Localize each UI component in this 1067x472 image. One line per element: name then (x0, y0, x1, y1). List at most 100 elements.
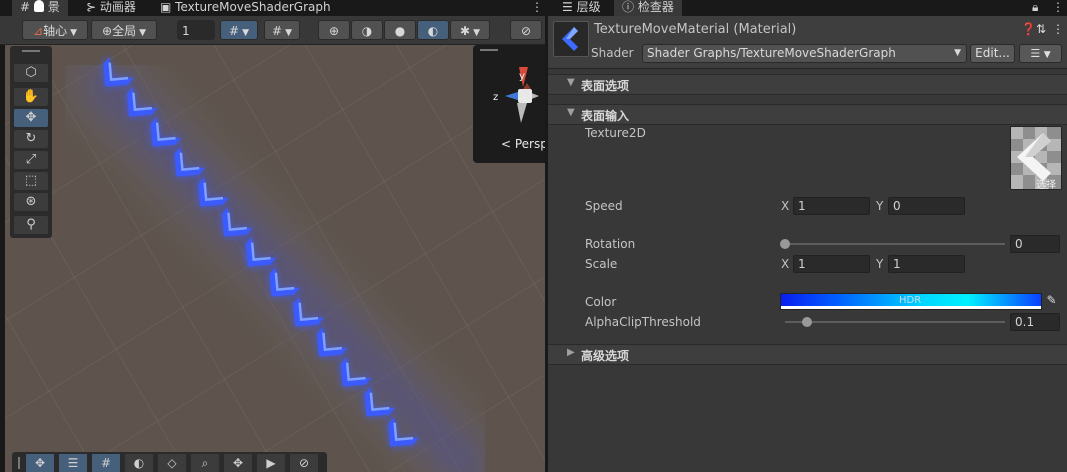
overlay-lighting-button[interactable]: ◐ (125, 454, 153, 472)
shader-options-button[interactable]: ☰ ▼ (1019, 44, 1062, 63)
section-surface-inputs-label: 表面输入 (581, 109, 630, 123)
grid-snap-icon: # (229, 24, 240, 38)
edit-shader-button[interactable]: Edit... (970, 44, 1015, 63)
overlay-snap-button[interactable]: ✥ (224, 454, 252, 472)
unlit-icon: ◐ (427, 24, 439, 38)
tab-animator[interactable]: ⊱ 动画器 (78, 0, 144, 16)
arrow-chevron (245, 237, 277, 267)
speed-y-label: Y (876, 199, 884, 213)
perspective-label[interactable]: < Persp (501, 137, 548, 151)
arrow-chevron (269, 267, 300, 297)
custom-tool-button[interactable]: ⚲ (14, 216, 48, 234)
inspector-menu-button[interactable]: ⋮ (1044, 0, 1067, 16)
speed-label: Speed (585, 199, 623, 213)
increment-snap-button[interactable]: # ▼ (264, 20, 300, 40)
scale-y-input[interactable]: 1 (888, 255, 965, 273)
chevron-right-icon: ▶ (567, 347, 575, 358)
alpha-clip-slider-track[interactable] (785, 321, 1005, 323)
drag-handle[interactable] (18, 457, 20, 469)
transform-icon: ⊛ (25, 194, 37, 209)
visibility-button[interactable]: ⊘ (510, 20, 542, 40)
overlay-grid-button[interactable]: # (92, 454, 120, 472)
preset-icon[interactable]: ⇅ (1036, 22, 1046, 36)
list-icon: ☰ (1030, 47, 1041, 60)
overlay-layers-button[interactable]: ☰ (59, 454, 87, 472)
wireframe-button[interactable]: ⊕ (318, 20, 350, 40)
lock-icon: 🔒︎ (1032, 0, 1039, 14)
layers-icon: ☰ (67, 456, 79, 470)
shaded-icon: ● (394, 24, 406, 38)
overlay-move-button[interactable]: ✥ (26, 454, 54, 472)
shader-value: Shader Graphs/TextureMoveShaderGraph (647, 46, 896, 60)
shaded-wireframe-button[interactable]: ◑ (351, 20, 383, 40)
speed-x-input[interactable]: 1 (793, 197, 870, 215)
move-icon: ✥ (34, 456, 46, 470)
shaded-button[interactable]: ● (384, 20, 416, 40)
scene-viewport[interactable] (5, 45, 545, 472)
scale-tool-button[interactable]: ⤢ (14, 151, 48, 169)
help-icon[interactable]: ❓ (1021, 22, 1036, 36)
eyedropper-icon[interactable]: ✎ (1043, 293, 1060, 310)
kebab-menu-icon[interactable]: ⋮ (1052, 22, 1064, 36)
arrow-trail (103, 57, 419, 447)
section-surface-options[interactable]: ▼ 表面选项 (548, 74, 1067, 95)
bug-icon: ✱ (460, 24, 471, 38)
arrow-chevron (222, 207, 253, 237)
scale-y-label: Y (876, 257, 884, 271)
rotation-input[interactable]: 0 (1010, 235, 1060, 253)
move-tool-button[interactable]: ✥ (14, 109, 48, 127)
debug-dropdown[interactable]: ✱ ▼ (450, 20, 490, 40)
rotation-slider-track[interactable] (785, 243, 1005, 245)
arrow-chevron (388, 417, 419, 447)
tab-scene-label: 景 (47, 0, 60, 14)
section-advanced-options[interactable]: ▶ 高级选项 (548, 344, 1067, 365)
alpha-clip-slider-knob[interactable] (802, 317, 812, 327)
global-dropdown[interactable]: ⊕全局 ▼ (91, 20, 157, 40)
custom-tool-icon: ⚲ (26, 217, 36, 232)
drag-handle[interactable] (22, 50, 40, 52)
grid-snap-button[interactable]: # ▼ (220, 20, 258, 40)
rotate-tool-button[interactable]: ↻ (14, 130, 48, 148)
hdr-badge: HDR (899, 295, 922, 306)
overlay-toolbar: ✥ ☰ # ◐ ◇ ⌕ ✥ ▶ ⊘ (12, 452, 327, 472)
view-mode-button[interactable]: ⬡ (14, 64, 48, 82)
arrow-chevron (340, 357, 372, 387)
shader-dropdown[interactable]: Shader Graphs/TextureMoveShaderGraph ▼ (642, 44, 967, 63)
scale-x-label: X (781, 257, 790, 271)
overlay-compass-button[interactable]: ⊘ (290, 454, 318, 472)
chevron-down-icon: ▼ (242, 28, 249, 38)
scale-x-input[interactable]: 1 (793, 255, 870, 273)
overlay-nav-button[interactable]: ◇ (158, 454, 186, 472)
axis-gizmo-icon: y z (493, 67, 539, 123)
snap-icon: ✥ (232, 456, 244, 470)
shaded-wireframe-icon: ◑ (361, 24, 373, 38)
overlay-camera-button[interactable]: ▶ (257, 454, 285, 472)
grid-size-field[interactable]: 1 (177, 20, 215, 40)
overlay-search-button[interactable]: ⌕ (191, 454, 219, 472)
rotation-slider-knob[interactable] (780, 239, 790, 249)
section-advanced-options-label: 高级选项 (581, 349, 630, 363)
chevron-down-icon: ▼ (139, 28, 146, 38)
section-surface-inputs[interactable]: ▼ 表面输入 (548, 104, 1067, 125)
tab-shadergraph[interactable]: ▣ TextureMoveShaderGraph (152, 0, 339, 16)
hand-tool-button[interactable]: ✋ (14, 88, 48, 106)
global-label: 全局 (112, 24, 137, 38)
pivot-dropdown[interactable]: ⊿轴心 ▼ (22, 20, 88, 40)
pivot-label: 轴心 (43, 24, 68, 38)
chevron-down-icon: ▼ (1043, 50, 1051, 60)
unlit-button[interactable]: ◐ (417, 20, 449, 40)
hand-icon: ✋ (22, 89, 40, 104)
tab-hierarchy[interactable]: ☰ 层级 (554, 0, 609, 16)
scale-icon: ⤢ (25, 152, 37, 167)
transform-tool-button[interactable]: ⊛ (14, 193, 48, 211)
chevron-down-icon: ▼ (567, 107, 575, 118)
rect-tool-button[interactable]: ⬚ (14, 172, 48, 190)
arrow-chevron (127, 87, 158, 117)
arrow-chevron (293, 297, 324, 327)
rotation-label: Rotation (585, 237, 636, 251)
info-icon: ⓘ (622, 0, 635, 14)
texture-select-button[interactable]: 选择 (1036, 176, 1056, 191)
material-icon (553, 21, 589, 57)
speed-y-input[interactable]: 0 (888, 197, 965, 215)
alpha-clip-input[interactable]: 0.1 (1010, 313, 1060, 331)
